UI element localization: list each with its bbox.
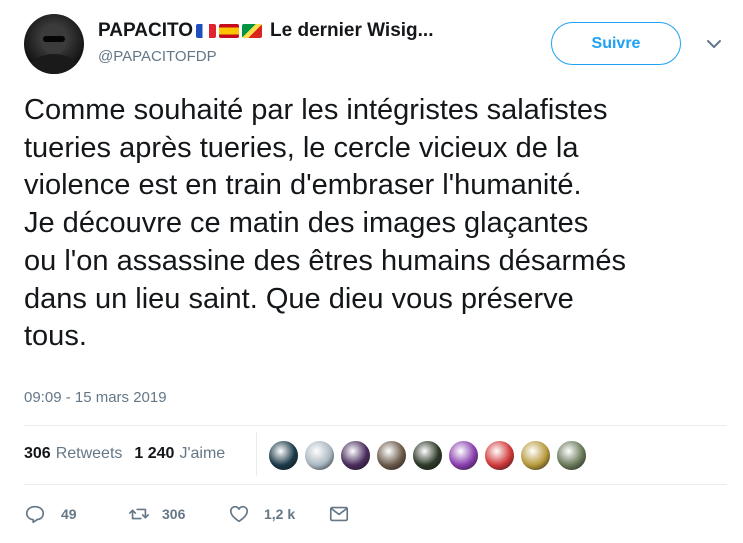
follow-button[interactable]: Suivre [551,22,681,65]
like-count: 1,2 k [264,506,296,522]
liker-avatar-8[interactable] [520,440,551,471]
author-name-suffix[interactable]: Le dernier Wisig... [270,20,433,42]
envelope-icon [329,506,349,522]
direct-message-button[interactable] [328,503,350,525]
reply-button[interactable]: 49 [24,503,77,525]
likes-label[interactable]: J'aime [179,445,225,463]
tweet-timestamp[interactable]: 09:09 - 15 mars 2019 [24,389,167,406]
author-handle[interactable]: @PAPACITOFDP [98,48,217,65]
reply-icon [25,505,45,524]
flag-congo-icon [242,24,263,38]
liker-avatar-4[interactable] [376,440,407,471]
reply-count: 49 [61,506,77,522]
liker-avatar-9[interactable] [556,440,587,471]
likes-count[interactable]: 1 240 [134,445,174,463]
tweet-stats: 306 Retweets 1 240 J'aime [24,445,225,463]
tweet-text: Comme souhaité par les intégristes salaf… [24,94,626,353]
retweets-label[interactable]: Retweets [56,445,123,463]
divider-bottom [24,484,727,485]
liker-avatar-7[interactable] [484,440,515,471]
liker-avatar-3[interactable] [340,440,371,471]
flag-spain-icon [219,24,240,38]
author-avatar[interactable] [24,14,84,74]
heart-icon [229,505,249,523]
retweet-count: 306 [162,506,186,522]
retweet-button[interactable]: 306 [128,503,185,525]
chevron-down-icon[interactable] [706,38,722,50]
retweet-icon [129,508,149,520]
divider-top [24,425,727,426]
liker-avatar-1[interactable] [268,440,299,471]
liker-avatar-5[interactable] [412,440,443,471]
stats-separator [256,432,257,476]
liker-avatars [268,440,592,471]
retweets-count[interactable]: 306 [24,445,51,463]
liker-avatar-2[interactable] [304,440,335,471]
flag-france-icon [196,24,217,38]
author-name-row[interactable]: PAPACITO Le dernier Wisig... [98,20,434,42]
liker-avatar-6[interactable] [448,440,479,471]
like-button[interactable]: 1,2 k [228,503,295,525]
avatar-figure-body [30,54,78,74]
author-display-name[interactable]: PAPACITO [98,20,193,42]
avatar-figure-glasses [43,36,65,42]
